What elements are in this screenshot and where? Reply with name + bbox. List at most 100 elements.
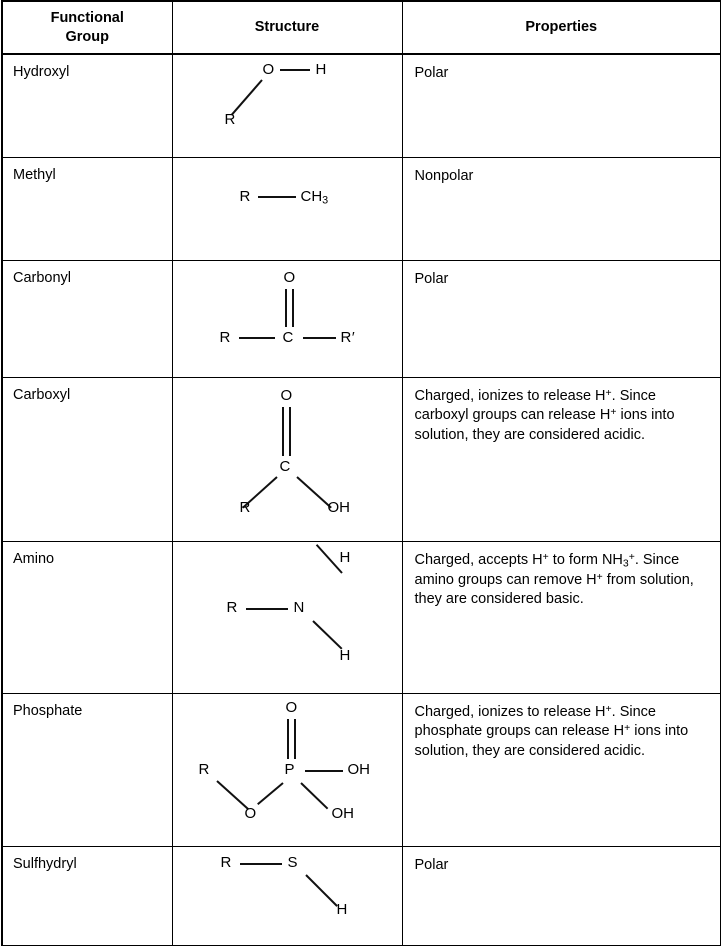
table-row: Phosphate O P OH R O OH Charged, ionizes… [1,693,721,847]
table-row: Carbonyl O C R R′ Polar [1,260,721,378]
double-bond-line-left [284,289,287,327]
structure-diagram-amino: H N R H [171,541,403,694]
double-bond-line-right [291,289,294,327]
column-header-functional-group: Functional Group [1,0,173,55]
methyl-structure-box: R CH3 [173,158,401,260]
functional-group-name-phosphate: Phosphate [1,693,173,847]
atom-o-top: O [285,699,298,716]
functional-groups-table-wrapper: Functional Group Structure Properties Hy… [0,0,721,946]
atom-h: H [315,61,327,78]
structure-diagram-carboxyl: O C R OH [171,377,403,542]
bond-r-o [215,780,249,810]
properties-amino: Charged, accepts H+ to form NH3+. Since … [401,541,721,694]
atom-r: R [226,599,238,616]
table-row: Methyl R CH3 Nonpolar [1,157,721,261]
atom-oh-right: OH [347,761,371,778]
atom-p: P [284,761,295,778]
functional-group-name-hydroxyl: Hydroxyl [1,53,173,158]
carbonyl-structure-box: O C R R′ [173,261,401,377]
properties-text-part1: Charged, ionizes to release H [414,704,606,720]
functional-group-name-carbonyl: Carbonyl [1,260,173,378]
bond-p-oh-right [304,770,343,772]
bond-p-oh-bottom [299,782,328,810]
properties-phosphate: Charged, ionizes to release H+. Since ph… [401,693,721,847]
atom-r: R [224,111,236,128]
atom-ch3-subscript: 3 [322,194,329,207]
atom-c: C [279,458,291,475]
table-row: Amino H N R H Charged, accepts H+ to for… [1,541,721,694]
structure-diagram-sulfhydryl: R S H [171,846,403,946]
atom-o: O [262,61,275,78]
functional-group-name-amino: Amino [1,541,173,694]
properties-text: Polar [414,271,449,287]
bond-r-n [245,608,288,610]
sulfhydryl-structure-box: R S H [173,847,401,945]
functional-group-name-methyl: Methyl [1,157,173,261]
column-header-properties: Properties [401,0,721,55]
atom-h-top: H [339,549,351,566]
bond-c-rprime [302,337,336,339]
atom-r: R [239,188,251,205]
atom-r-prime: R′ [340,329,356,346]
atom-r: R [219,329,231,346]
atom-s: S [287,854,298,871]
phosphate-structure-box: O P OH R O OH [173,694,401,846]
carboxyl-structure-box: O C R OH [173,378,401,541]
column-header-functional-group-line1: Functional [50,10,124,27]
properties-methyl: Nonpolar [401,157,721,261]
atom-h: H [336,901,348,918]
bond-o-p [256,782,284,805]
bond-n-h-top [315,544,343,574]
table-row: Sulfhydryl R S H Polar [1,846,721,946]
bond-n-h-bottom [311,620,342,650]
structure-diagram-phosphate: O P OH R O OH [171,693,403,847]
atom-r: R [198,761,210,778]
properties-text: Nonpolar [414,168,474,184]
double-bond-line-left [281,407,284,456]
table-header-row: Functional Group Structure Properties [1,0,721,55]
bond-r-ch3 [257,196,296,198]
properties-text-part2: to form NH [548,552,623,568]
atom-o: O [283,269,296,286]
double-bond-line-right [288,407,291,456]
bond-s-h [304,874,338,907]
bond-o-r [230,79,263,116]
table-row: Hydroxyl O H R Polar [1,53,721,158]
properties-carbonyl: Polar [401,260,721,378]
atom-o-bottom: O [244,805,257,822]
bond-o-h [279,69,310,71]
functional-group-name-carboxyl: Carboxyl [1,377,173,542]
atom-r: R [239,499,251,516]
double-bond-line-right [293,719,296,759]
properties-carboxyl: Charged, ionizes to release H+. Since ca… [401,377,721,542]
atom-oh-bottom: OH [331,805,355,822]
properties-sulfhydryl: Polar [401,846,721,946]
structure-diagram-hydroxyl: O H R [171,53,403,158]
column-header-functional-group-line2: Group [65,28,110,45]
atom-h-bottom: H [339,647,351,664]
double-bond-line-left [286,719,289,759]
properties-text: Polar [414,65,449,81]
functional-group-name-sulfhydryl: Sulfhydryl [1,846,173,946]
atom-ch3-base: CH [300,188,323,205]
atom-oh: OH [327,499,351,516]
structure-diagram-methyl: R CH3 [171,157,403,261]
bond-r-s [239,863,282,865]
properties-hydroxyl: Polar [401,53,721,158]
properties-text-part1: Charged, ionizes to release H [414,388,606,404]
hydroxyl-structure-box: O H R [173,55,401,157]
atom-ch3: CH3 [301,189,329,206]
bond-r-c [238,337,275,339]
atom-r: R [220,854,232,871]
properties-text: Polar [414,857,449,873]
column-header-structure: Structure [171,0,403,55]
bond-c-oh [295,476,332,509]
atom-c: C [282,329,294,346]
atom-n: N [293,599,305,616]
structure-diagram-carbonyl: O C R R′ [171,260,403,378]
amino-structure-box: H N R H [173,542,401,693]
table-row: Carboxyl O C R OH Charged, ionizes to re… [1,377,721,542]
atom-o: O [280,387,293,404]
properties-text-part1: Charged, accepts H [414,552,543,568]
functional-groups-table: Functional Group Structure Properties Hy… [1,0,721,946]
